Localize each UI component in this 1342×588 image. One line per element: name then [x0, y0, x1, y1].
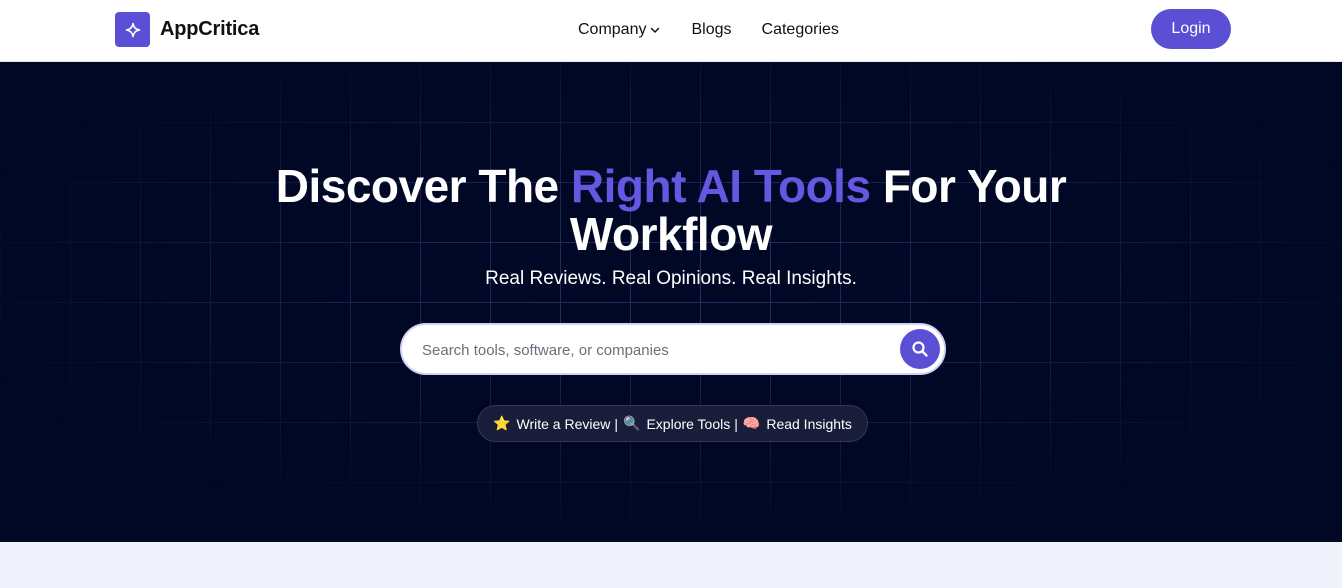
- nav-blogs-label: Blogs: [691, 21, 732, 38]
- nav-categories-link[interactable]: Categories: [762, 21, 839, 39]
- hero-title: Discover The Right AI Tools For Your Wor…: [271, 162, 1071, 258]
- hero-subtitle: Real Reviews. Real Opinions. Real Insigh…: [485, 268, 857, 289]
- next-section: [0, 542, 1342, 588]
- hero-title-start: Discover The: [275, 160, 559, 212]
- hero-section: Discover The Right AI Tools For Your Wor…: [0, 62, 1342, 542]
- nav-blogs-link[interactable]: Blogs: [691, 21, 731, 39]
- read-insights-link[interactable]: 🧠 Read Insights: [743, 415, 852, 432]
- brain-icon: 🧠: [742, 415, 761, 431]
- login-button[interactable]: Login: [1151, 9, 1231, 49]
- star-icon: ⭐: [493, 415, 511, 431]
- nav-company-label: Company: [578, 21, 647, 38]
- main-nav: Company Blogs Categories: [578, 18, 839, 42]
- write-review-label: Write a Review: [516, 415, 611, 432]
- search-input[interactable]: [422, 337, 882, 363]
- brand-logo-link[interactable]: AppCritica: [115, 12, 259, 47]
- quick-links-pill: ⭐ Write a Review | 🔍 Explore Tools | 🧠 R…: [477, 405, 868, 442]
- hero-title-accent: Right AI Tools: [570, 160, 871, 212]
- chevron-down-icon: [651, 27, 660, 33]
- read-insights-label: Read Insights: [766, 415, 852, 432]
- magnifier-icon: 🔍: [623, 415, 641, 431]
- quick-link-separator: |: [614, 415, 619, 432]
- write-review-link[interactable]: ⭐ Write a Review: [493, 415, 610, 432]
- hero-grid-background: [0, 62, 1342, 542]
- brand-name: AppCritica: [160, 18, 260, 40]
- search-icon: [912, 341, 928, 357]
- search-button[interactable]: [900, 329, 940, 369]
- search-bar: [400, 323, 946, 375]
- explore-tools-label: Explore Tools: [646, 415, 731, 432]
- quick-link-separator: |: [734, 415, 738, 432]
- nav-categories-label: Categories: [761, 21, 839, 38]
- top-navbar: AppCritica Company Blogs Categories Logi…: [0, 0, 1342, 62]
- nav-company-dropdown[interactable]: Company: [578, 21, 661, 39]
- explore-tools-link[interactable]: 🔍 Explore Tools: [623, 415, 730, 432]
- brand-sparkle-icon: [115, 12, 150, 47]
